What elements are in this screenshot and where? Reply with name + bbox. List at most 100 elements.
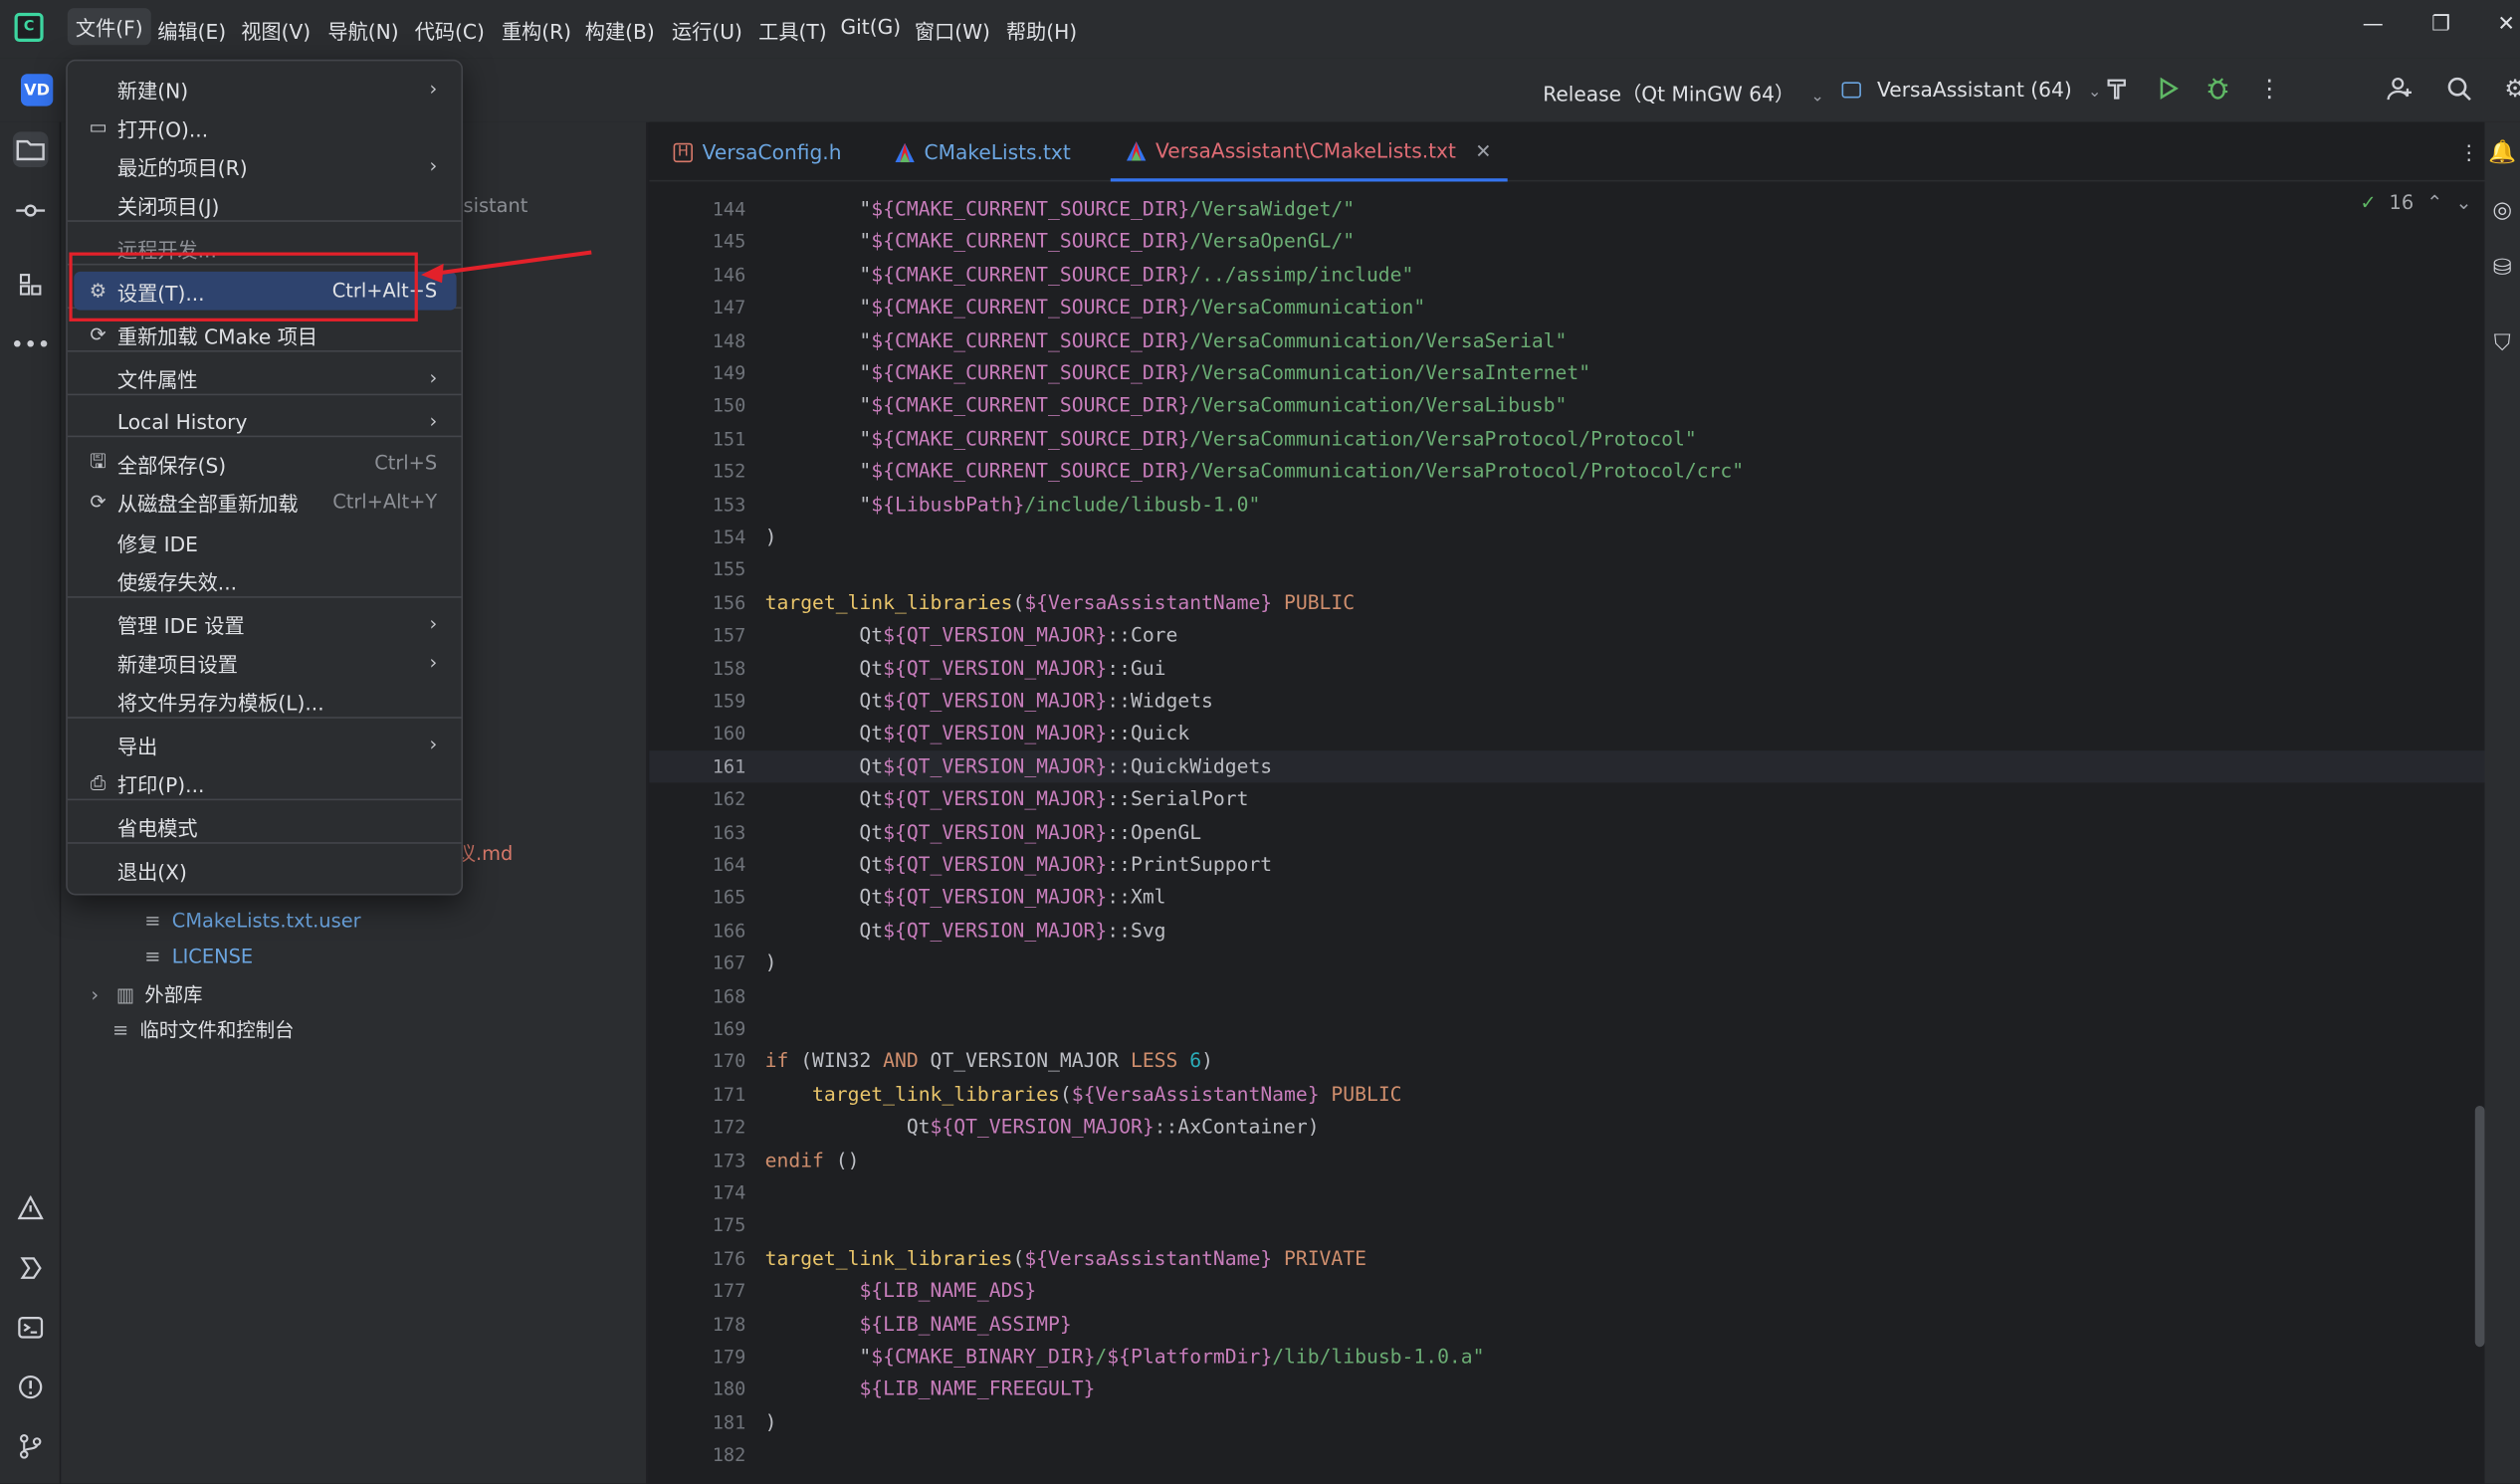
search-icon[interactable]: [2444, 74, 2473, 103]
code-line[interactable]: endif (): [765, 1144, 860, 1175]
database-icon[interactable]: ⛁: [2488, 251, 2517, 287]
project-badge[interactable]: VD: [20, 74, 54, 106]
line-number[interactable]: 156: [649, 591, 746, 614]
code-line[interactable]: "${CMAKE_CURRENT_SOURCE_DIR}/VersaOpenGL…: [765, 226, 1355, 258]
file-menu-item[interactable]: 🖫 全部保存(S) Ctrl+S: [74, 444, 456, 483]
code-line[interactable]: ${LIB_NAME_ADS}: [765, 1275, 1036, 1307]
file-menu-item[interactable]: ⎙ 打印(P)...: [74, 763, 456, 802]
file-menu-item[interactable]: 导出 ›: [74, 725, 456, 763]
tree-item-license[interactable]: ≡ LICENSE: [141, 946, 253, 968]
file-menu-item[interactable]: 文件属性 ›: [74, 358, 456, 397]
code-line[interactable]: Qt${QT_VERSION_MAJOR}::Svg: [765, 914, 1165, 946]
problems-icon[interactable]: [13, 1370, 49, 1405]
line-number[interactable]: 155: [649, 558, 746, 581]
build-hammer-icon[interactable]: [2102, 74, 2131, 103]
structure-icon[interactable]: [13, 267, 49, 303]
line-number[interactable]: 154: [649, 526, 746, 548]
line-number[interactable]: 153: [649, 493, 746, 516]
menu-item[interactable]: Git(G): [841, 15, 902, 39]
close-tab-icon[interactable]: ✕: [1475, 139, 1491, 162]
code-line[interactable]: Qt${QT_VERSION_MAJOR}::OpenGL: [765, 816, 1201, 848]
code-line[interactable]: "${CMAKE_BINARY_DIR}/${PlatformDir}/lib/…: [765, 1341, 1484, 1373]
line-number[interactable]: 180: [649, 1378, 746, 1401]
code-line[interactable]: target_link_libraries(${VersaAssistantNa…: [765, 1242, 1366, 1274]
run-config-selector[interactable]: Release（Qt MinGW 64） ⌄: [1543, 78, 1824, 108]
editor-scrollbar[interactable]: [2474, 1105, 2485, 1348]
line-number[interactable]: 158: [649, 657, 746, 680]
code-line[interactable]: Qt${QT_VERSION_MAJOR}::PrintSupport: [765, 849, 1272, 881]
code-line[interactable]: "${CMAKE_CURRENT_SOURCE_DIR}/VersaCommun…: [765, 455, 1744, 487]
code-line[interactable]: target_link_libraries(${VersaAssistantNa…: [765, 586, 1355, 618]
line-number[interactable]: 152: [649, 460, 746, 483]
code-line[interactable]: "${CMAKE_CURRENT_SOURCE_DIR}/../assimp/i…: [765, 259, 1413, 291]
code-line[interactable]: ): [765, 947, 777, 978]
file-menu-item[interactable]: ▭ 打开(O)...: [74, 107, 456, 146]
code-line[interactable]: Qt${QT_VERSION_MAJOR}::Widgets: [765, 685, 1213, 717]
file-menu-item[interactable]: 新建(N) ›: [74, 69, 456, 107]
code-line[interactable]: "${CMAKE_CURRENT_SOURCE_DIR}/VersaCommun…: [765, 324, 1567, 356]
file-menu-item[interactable]: ⟳ 从磁盘全部重新加载 Ctrl+Alt+Y: [74, 482, 456, 521]
tab-cmakelists[interactable]: CMakeLists.txt: [879, 122, 1087, 182]
code-line[interactable]: "${CMAKE_CURRENT_SOURCE_DIR}/VersaCommun…: [765, 389, 1567, 421]
code-line[interactable]: Qt${QT_VERSION_MAJOR}::SerialPort: [765, 783, 1248, 815]
line-number[interactable]: 168: [649, 984, 746, 1007]
services-icon[interactable]: [13, 1250, 49, 1286]
line-number[interactable]: 161: [649, 755, 746, 778]
tree-partial-md[interactable]: 议.md: [457, 839, 514, 866]
line-number[interactable]: 179: [649, 1346, 746, 1369]
file-menu-item[interactable]: 关闭项目(J): [74, 185, 456, 224]
line-number[interactable]: 169: [649, 1017, 746, 1040]
file-menu-item[interactable]: 管理 IDE 设置 ›: [74, 604, 456, 643]
close-icon[interactable]: ✕: [2497, 13, 2515, 37]
line-number[interactable]: 146: [649, 263, 746, 286]
line-number[interactable]: 148: [649, 328, 746, 351]
code-line[interactable]: if (WIN32 AND QT_VERSION_MAJOR LESS 6): [765, 1045, 1213, 1077]
line-number[interactable]: 173: [649, 1149, 746, 1171]
line-number[interactable]: 164: [649, 853, 746, 876]
line-number[interactable]: 171: [649, 1083, 746, 1106]
tab-versaconfig-h[interactable]: H VersaConfig.h: [657, 122, 857, 182]
code-line[interactable]: ${LIB_NAME_ASSIMP}: [765, 1308, 1071, 1340]
menu-item[interactable]: 编辑(E): [157, 15, 226, 46]
line-number[interactable]: 178: [649, 1313, 746, 1336]
cmake-tool-icon[interactable]: [13, 1191, 49, 1227]
line-number[interactable]: 177: [649, 1280, 746, 1303]
menu-item[interactable]: 重构(R): [502, 15, 571, 46]
line-number[interactable]: 151: [649, 427, 746, 450]
code-line[interactable]: Qt${QT_VERSION_MAJOR}::QuickWidgets: [765, 750, 1272, 782]
code-line[interactable]: "${CMAKE_CURRENT_SOURCE_DIR}/VersaCommun…: [765, 356, 1590, 388]
line-number[interactable]: 145: [649, 231, 746, 254]
line-number[interactable]: 174: [649, 1181, 746, 1204]
menu-item[interactable]: 代码(C): [415, 15, 485, 46]
security-shield-icon[interactable]: ⛉: [2488, 326, 2517, 362]
file-menu-item[interactable]: 退出(X): [74, 850, 456, 889]
code-line[interactable]: Qt${QT_VERSION_MAJOR}::Quick: [765, 718, 1189, 749]
code-line[interactable]: Qt${QT_VERSION_MAJOR}::AxContainer): [765, 1111, 1320, 1143]
tree-item-external-libs[interactable]: › ▥ 外部库: [84, 980, 202, 1007]
code-text-area[interactable]: "${CMAKE_CURRENT_SOURCE_DIR}/VersaWidget…: [765, 181, 2517, 1483]
chevron-right-icon[interactable]: ›: [84, 982, 106, 1005]
run-icon[interactable]: [2154, 74, 2183, 103]
git-branch-icon[interactable]: [13, 1429, 49, 1465]
menu-item[interactable]: 视图(V): [241, 15, 311, 46]
more-actions-icon[interactable]: ⋮: [2255, 74, 2284, 103]
menu-item[interactable]: 构建(B): [585, 15, 655, 46]
terminal-icon[interactable]: [13, 1310, 49, 1346]
line-number[interactable]: 165: [649, 886, 746, 909]
code-line[interactable]: ${LIB_NAME_FREEGULT}: [765, 1374, 1095, 1405]
line-number[interactable]: 149: [649, 361, 746, 384]
line-number[interactable]: 159: [649, 690, 746, 713]
file-menu-item[interactable]: 修复 IDE: [74, 523, 456, 561]
notifications-icon[interactable]: 🔔: [2488, 135, 2517, 171]
tree-item-scratches[interactable]: ≡ 临时文件和控制台: [109, 1016, 295, 1043]
menu-item[interactable]: 导航(N): [327, 15, 398, 46]
debug-icon[interactable]: [2204, 74, 2232, 103]
file-menu-item[interactable]: 将文件另存为模板(L)...: [74, 682, 456, 721]
code-line[interactable]: "${CMAKE_CURRENT_SOURCE_DIR}/VersaCommun…: [765, 422, 1696, 454]
line-number[interactable]: 150: [649, 394, 746, 417]
line-number[interactable]: 182: [649, 1443, 746, 1466]
line-number[interactable]: 175: [649, 1214, 746, 1237]
line-number[interactable]: 162: [649, 788, 746, 811]
code-line[interactable]: ): [765, 521, 777, 552]
more-tools-icon[interactable]: •••: [11, 327, 51, 363]
